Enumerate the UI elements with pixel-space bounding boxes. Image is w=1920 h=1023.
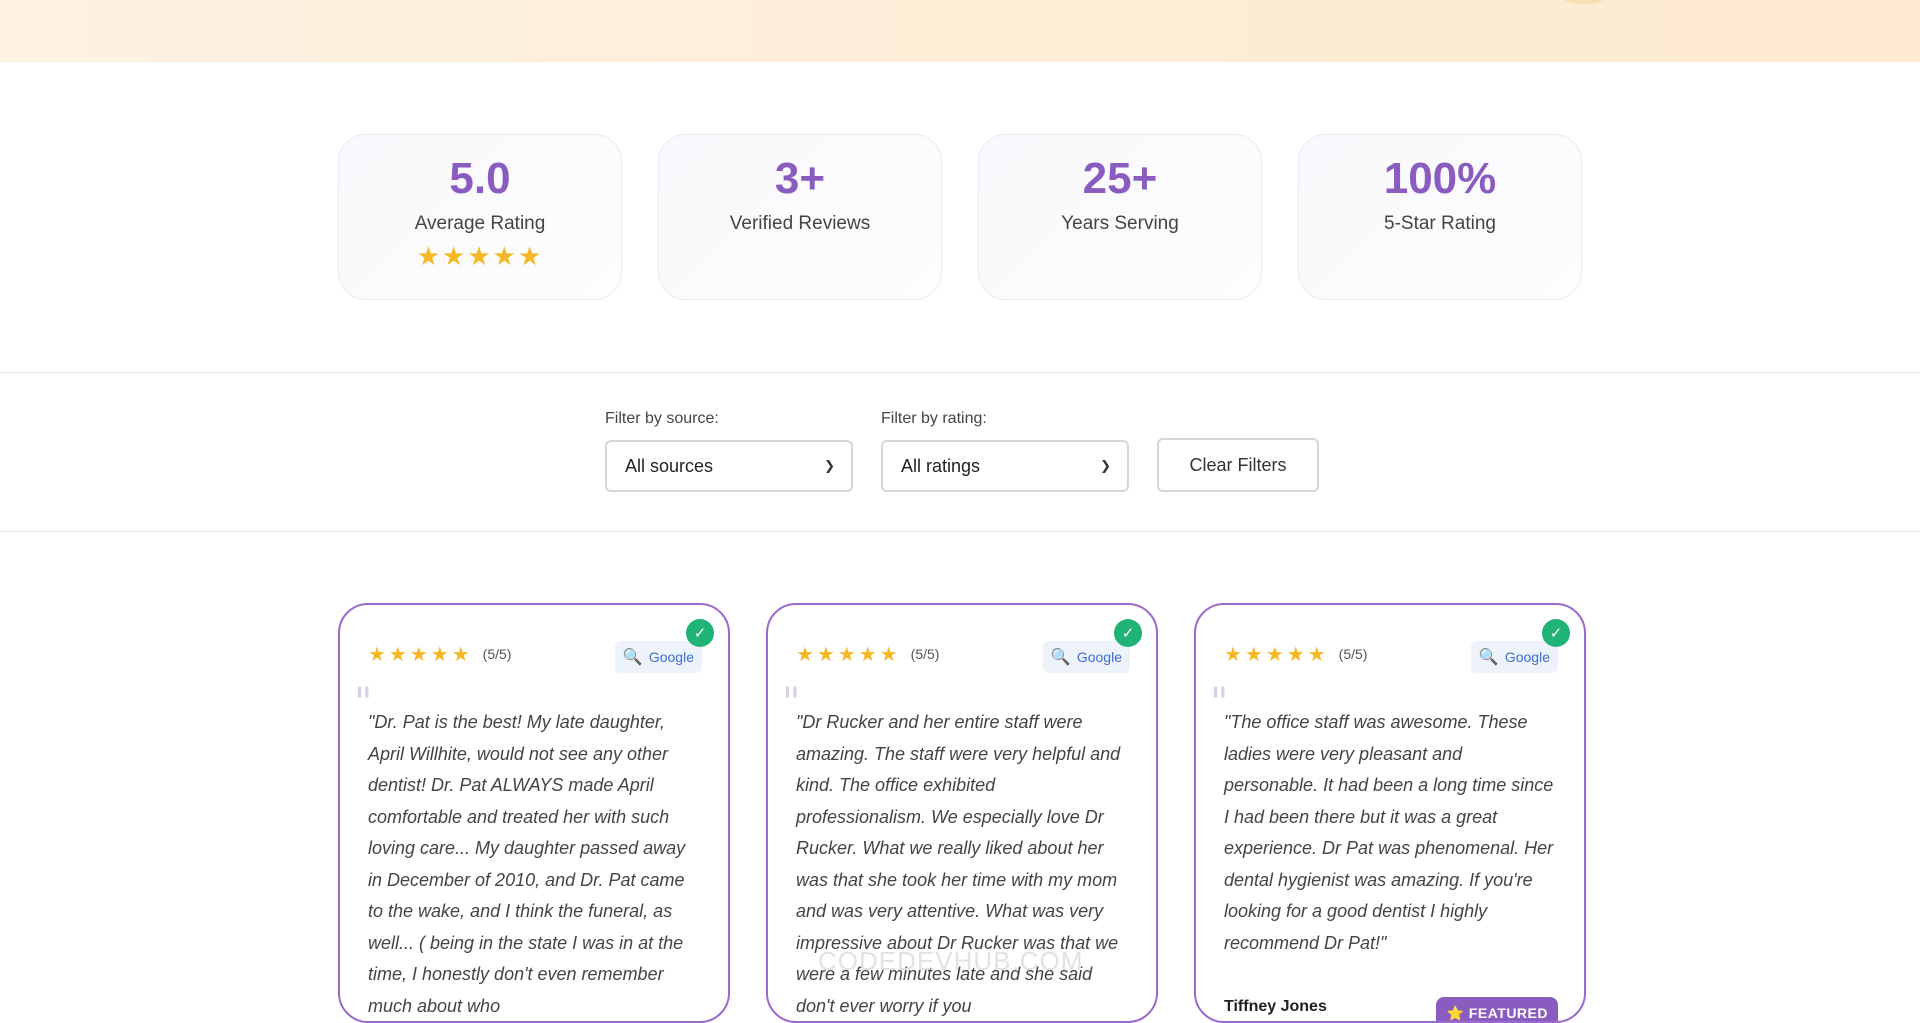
source-select-value: All sources: [625, 455, 714, 476]
filter-rating-label: Filter by rating:: [881, 410, 987, 427]
section-divider: [0, 531, 1920, 532]
rating-select-value: All ratings: [901, 455, 981, 476]
filter-bar: Filter by source: All sources ❯ Filter b…: [605, 410, 1319, 492]
chevron-down-icon: ❯: [1100, 458, 1111, 473]
source-name: Google: [1504, 649, 1550, 665]
quote-icon: ": [1210, 680, 1229, 726]
magnifier-icon: 🔍: [622, 649, 643, 666]
stat-value: 100%: [1383, 154, 1497, 203]
source-select[interactable]: All sources ❯: [605, 440, 853, 492]
review-text: "The office staff was awesome. These lad…: [1224, 712, 1554, 953]
review-score: (5/5): [1338, 646, 1368, 662]
verified-check-icon: ✓: [1114, 619, 1142, 647]
source-badge: 🔍 Google: [1470, 641, 1558, 673]
quote-icon: ": [354, 680, 373, 726]
magnifier-icon: 🔍: [1478, 649, 1499, 666]
source-badge: 🔍 Google: [614, 641, 702, 673]
verified-check-icon: ✓: [686, 619, 714, 647]
review-score: (5/5): [482, 646, 512, 662]
section-divider: [0, 372, 1920, 373]
watermark: CODEDEVHUB.COM: [818, 946, 1084, 976]
filter-rating-group: Filter by rating: All ratings ❯: [881, 410, 1129, 492]
star-rating-icon: ★★★★★: [416, 241, 544, 271]
review-card[interactable]: ✓ ★★★★★ (5/5) 🔍 Google " "Dr. Pat is the…: [338, 603, 730, 1023]
stat-card-verified-reviews: 3+ Verified Reviews: [658, 134, 942, 300]
quote-icon: ": [782, 680, 801, 726]
review-score: (5/5): [910, 646, 940, 662]
source-badge: 🔍 Google: [1042, 641, 1130, 673]
stats-row: 5.0 Average Rating ★★★★★ 3+ Verified Rev…: [338, 134, 1582, 300]
featured-badge: ⭐ FEATURED: [1436, 997, 1558, 1021]
stat-value: 25+: [1082, 154, 1158, 203]
source-name: Google: [648, 649, 694, 665]
star-rating-icon: ★★★★★: [368, 643, 473, 666]
stat-card-years-serving: 25+ Years Serving: [978, 134, 1262, 300]
verified-check-icon: ✓: [1542, 619, 1570, 647]
chevron-down-icon: ❯: [824, 458, 835, 473]
stat-label: Average Rating: [414, 213, 546, 234]
review-author: Tiffney Jones: [1224, 997, 1327, 1015]
stat-card-five-star: 100% 5-Star Rating: [1298, 134, 1582, 300]
review-text: "Dr. Pat is the best! My late daughter, …: [368, 712, 686, 1016]
filter-source-label: Filter by source:: [605, 410, 719, 427]
stat-label: 5-Star Rating: [1384, 213, 1496, 234]
stat-label: Years Serving: [1061, 213, 1179, 234]
source-name: Google: [1076, 649, 1122, 665]
rating-select[interactable]: All ratings ❯: [881, 440, 1129, 492]
star-rating-icon: ★★★★★: [796, 643, 901, 666]
star-rating-icon: ★★★★★: [1224, 643, 1329, 666]
stat-value: 5.0: [449, 154, 511, 203]
clear-filters-button[interactable]: Clear Filters: [1157, 438, 1319, 492]
magnifier-icon: 🔍: [1050, 649, 1071, 666]
stat-label: Verified Reviews: [729, 213, 871, 234]
hero-decoration: [1560, 0, 1608, 4]
filter-source-group: Filter by source: All sources ❯: [605, 410, 853, 492]
stat-value: 3+: [774, 154, 826, 203]
stat-card-average-rating: 5.0 Average Rating ★★★★★: [338, 134, 622, 300]
review-card[interactable]: ✓ ★★★★★ (5/5) 🔍 Google " "The office sta…: [1194, 603, 1586, 1023]
hero-banner-bottom: [0, 0, 1920, 62]
